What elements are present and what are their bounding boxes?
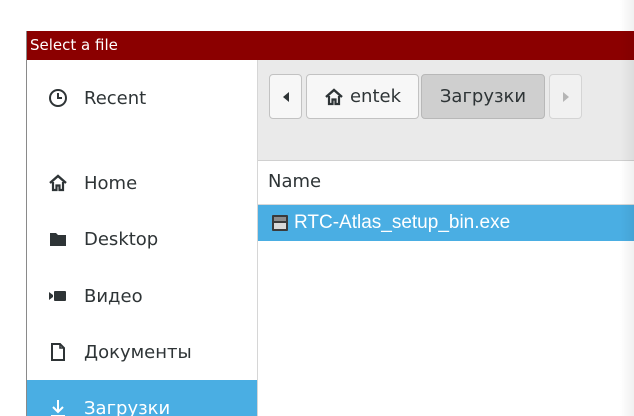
places-sidebar: Recent Home Desktop Видео Документы Загр… [27,60,258,416]
column-header-name[interactable]: Name [258,161,634,205]
sidebar-item-label: Загрузки [84,397,171,416]
chevron-right-icon [562,91,569,102]
path-back-button[interactable] [269,74,302,119]
sidebar-item-label: Документы [84,341,192,363]
download-icon [48,398,68,416]
path-current-button[interactable]: Загрузки [421,74,545,119]
file-name: RTC-Atlas_setup_bin.exe [294,212,511,233]
path-forward-button[interactable] [549,74,582,119]
sidebar-item-documents[interactable]: Документы [27,324,257,380]
video-icon [48,286,68,306]
path-bar: entek Загрузки [258,60,634,161]
file-chooser-dialog: Select a file Recent Home Desktop Видео [26,31,634,416]
window-edge-shadow [620,0,634,416]
sidebar-item-recent[interactable]: Recent [27,70,257,126]
clock-icon [48,88,68,108]
sidebar-item-label: Видео [84,285,143,307]
sidebar-item-label: Recent [84,87,147,109]
sidebar-item-label: Desktop [84,228,159,250]
sidebar-item-home[interactable]: Home [27,155,257,211]
home-icon [48,173,68,193]
executable-icon [272,215,288,231]
chevron-left-icon [282,91,289,102]
dialog-title: Select a file [27,31,634,60]
sidebar-item-label: Home [84,172,138,194]
document-icon [48,342,68,362]
sidebar-item-downloads[interactable]: Загрузки [27,380,257,416]
sidebar-item-desktop[interactable]: Desktop [27,211,257,267]
path-home-label: entek [349,86,402,107]
path-current-label: Загрузки [439,86,527,107]
folder-icon [48,229,68,249]
file-browser-pane: entek Загрузки Name RTC-Atlas_setup_bin.… [258,60,634,416]
column-header-label: Name [268,171,322,192]
sidebar-item-video[interactable]: Видео [27,268,257,324]
file-row[interactable]: RTC-Atlas_setup_bin.exe [258,205,634,241]
home-icon [325,87,343,105]
path-home-button[interactable]: entek [306,74,419,119]
